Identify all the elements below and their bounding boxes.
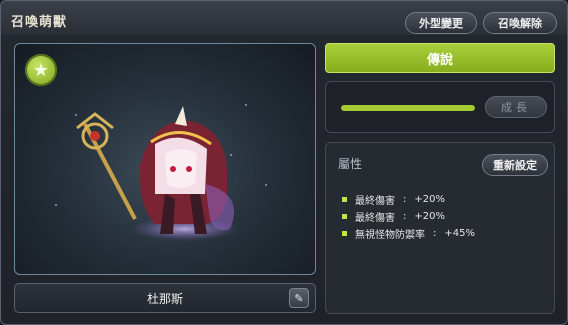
- pet-preview: ★: [14, 43, 316, 275]
- bullet-icon: [342, 197, 347, 202]
- attribute-value: +20%: [414, 211, 445, 222]
- bullet-icon: [342, 214, 347, 219]
- pencil-icon[interactable]: ✎: [289, 288, 309, 308]
- release-summon-button[interactable]: 召喚解除: [483, 12, 557, 34]
- bullet-icon: [342, 231, 347, 236]
- attribute-name: 無視怪物防禦率: [355, 230, 425, 241]
- reset-attributes-button[interactable]: 重新設定: [482, 154, 548, 176]
- growth-panel: 成長: [325, 81, 555, 133]
- attribute-value: +20%: [414, 194, 445, 205]
- attribute-list: 最終傷害 : +20% 最終傷害 : +20% 無視怪物防禦率 : +45%: [342, 191, 475, 242]
- attribute-item: 最終傷害 : +20%: [342, 191, 475, 208]
- grade-badge: 傳說: [325, 43, 555, 73]
- attributes-panel: 屬性 重新設定 最終傷害 : +20% 最終傷害 : +20% 無視怪物防禦率 …: [325, 142, 555, 314]
- attributes-label: 屬性: [338, 157, 363, 171]
- pet-name-bar: 杜那斯 ✎: [14, 283, 316, 313]
- change-appearance-button[interactable]: 外型變更: [405, 12, 477, 34]
- pet-character-image: [76, 106, 240, 241]
- attribute-name: 最終傷害: [355, 196, 395, 207]
- pet-name: 杜那斯: [146, 291, 183, 306]
- attribute-item: 最終傷害 : +20%: [342, 208, 475, 225]
- grow-button[interactable]: 成長: [485, 96, 547, 118]
- attribute-item: 無視怪物防禦率 : +45%: [342, 225, 475, 242]
- attribute-value: +45%: [444, 228, 475, 239]
- attribute-name: 最終傷害: [355, 213, 395, 224]
- window-title: 召喚萌獸: [11, 15, 68, 30]
- summon-pet-window: 召喚萌獸 外型變更 召喚解除 ★ 杜那斯 ✎ 傳說 成長 屬性 重新設定 最終傷…: [0, 0, 568, 325]
- growth-progress-bar: [341, 105, 475, 111]
